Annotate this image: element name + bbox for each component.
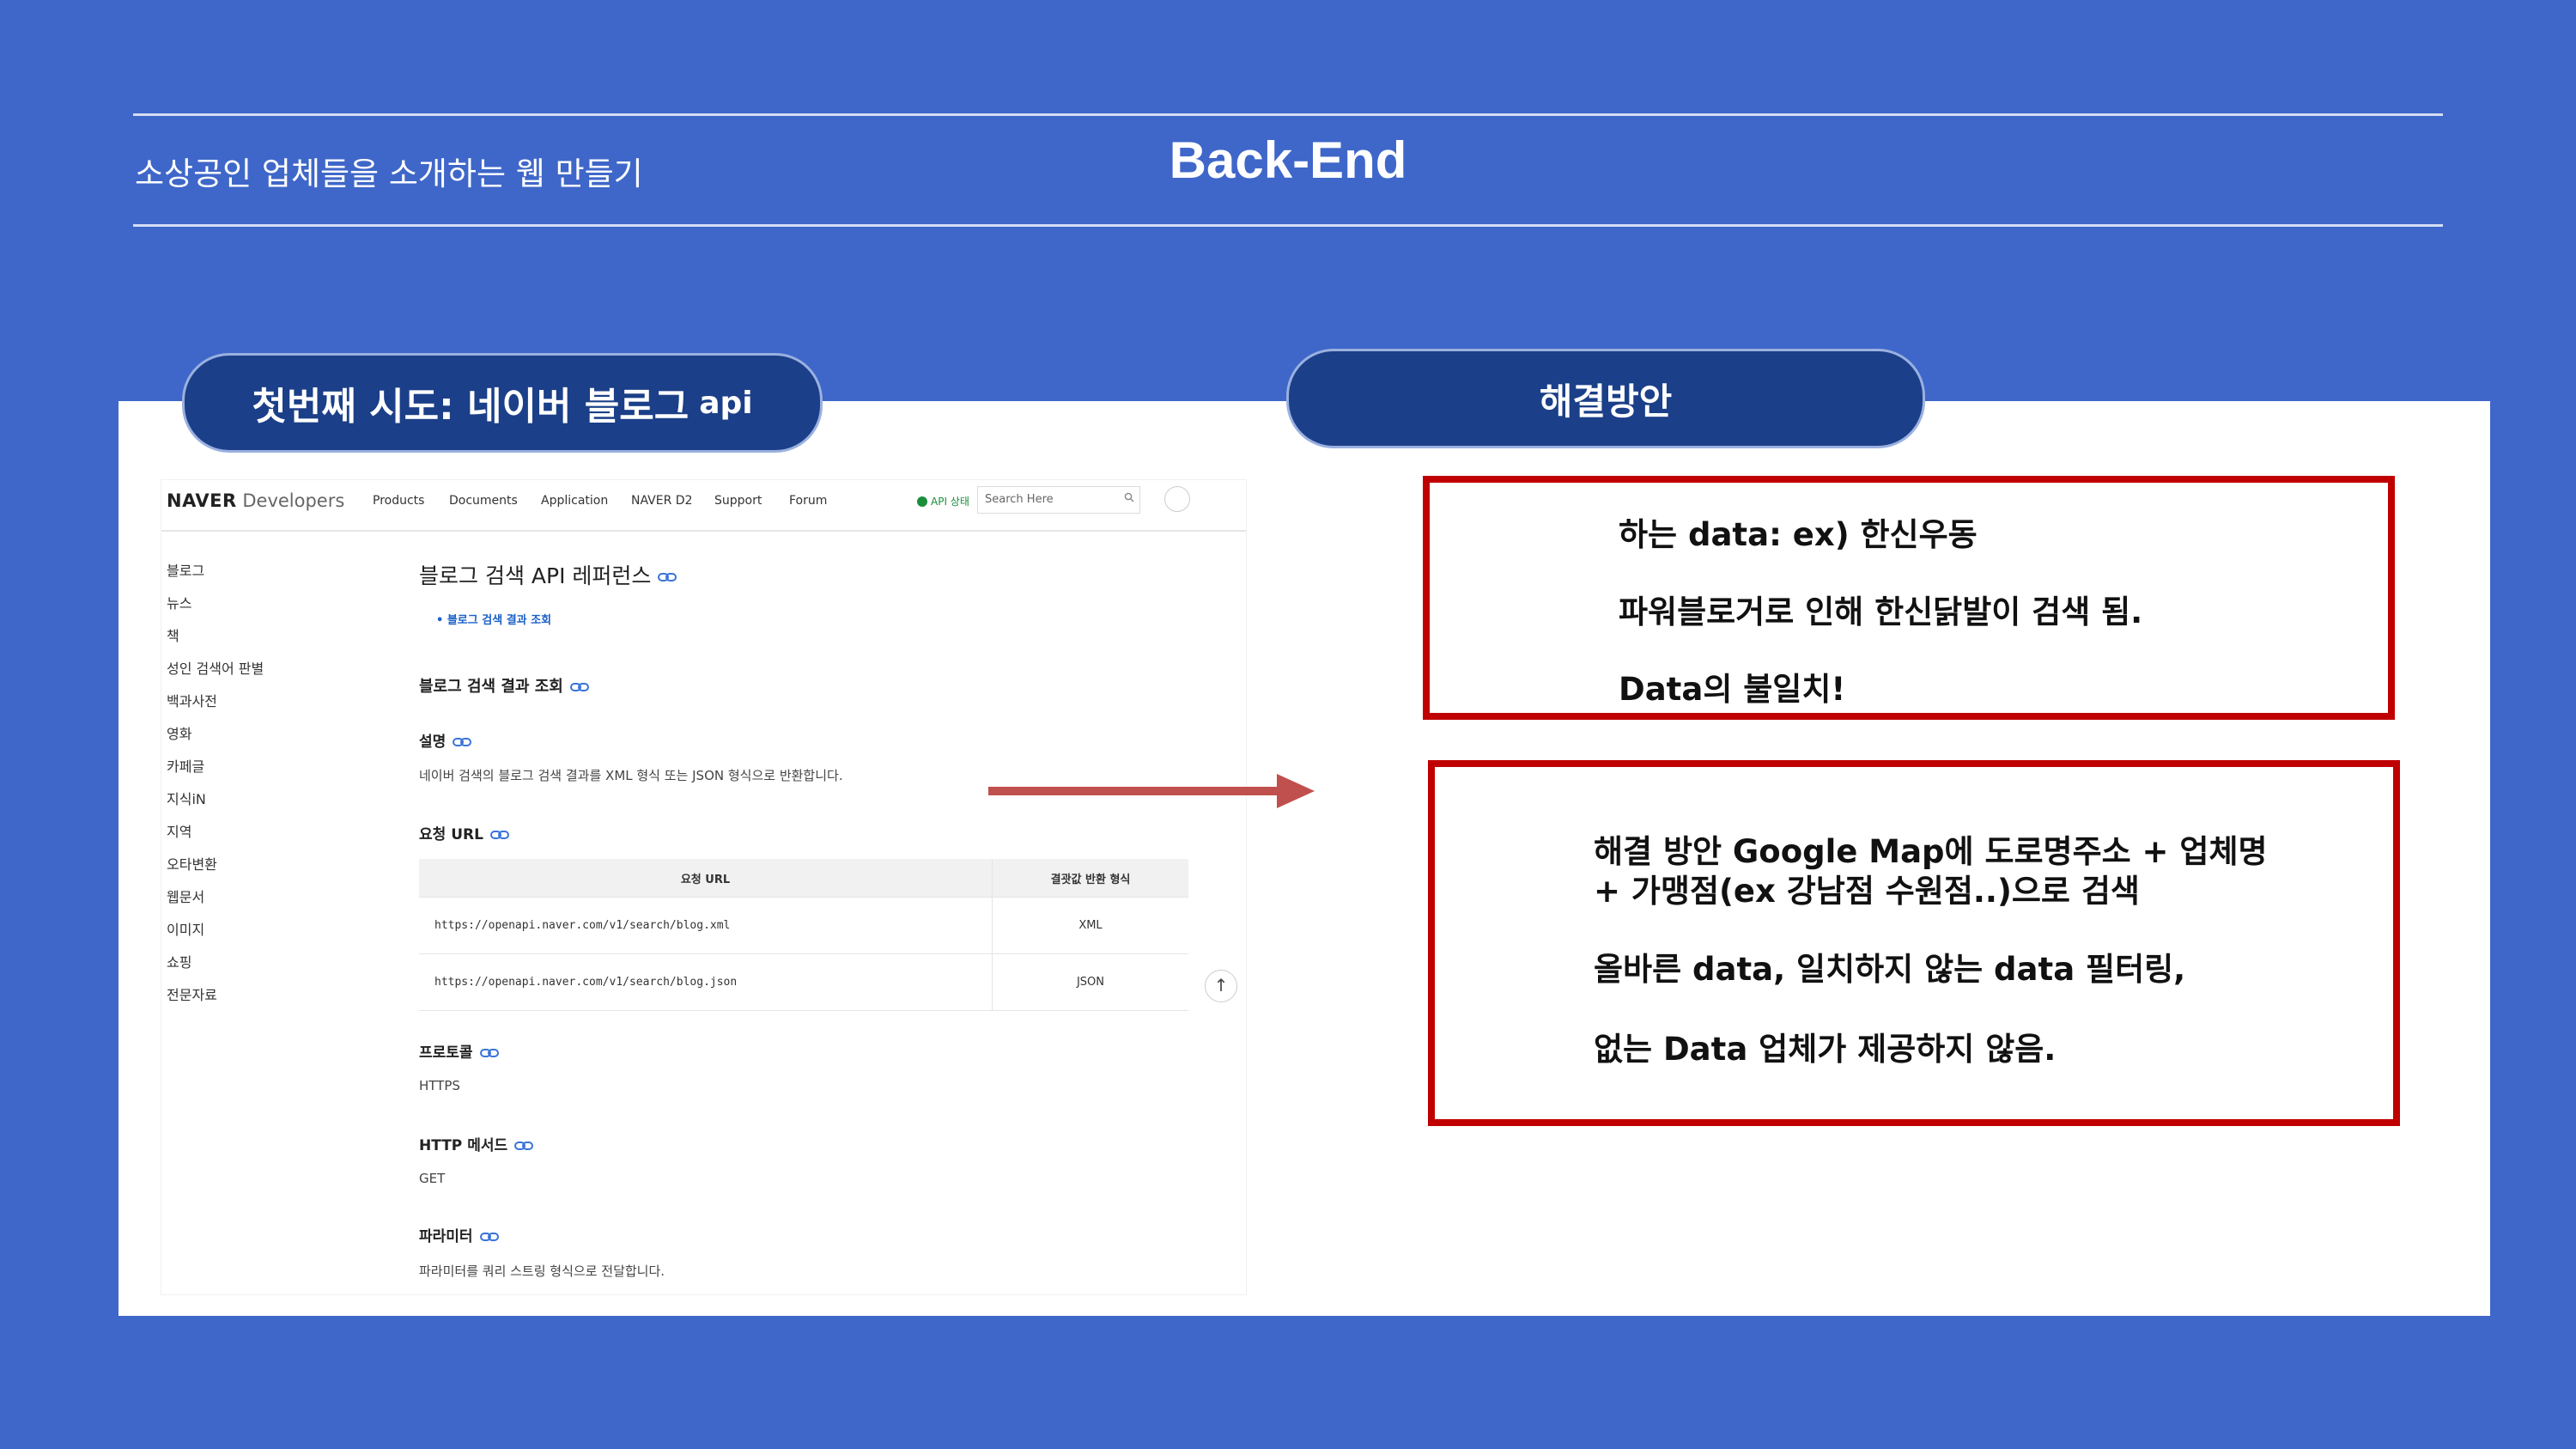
search-icon[interactable] (1124, 492, 1134, 502)
table-cell-url: https://openapi.naver.com/v1/search/blog… (419, 897, 993, 954)
nav-products[interactable]: Products (373, 494, 424, 508)
link-icon[interactable] (453, 737, 472, 747)
user-avatar-icon[interactable] (1164, 486, 1190, 512)
status-check-icon (917, 496, 927, 507)
solution-line-4: 없는 Data 업체가 제공하지 않음. (1594, 1031, 2057, 1068)
nav-naver-d2[interactable]: NAVER D2 (631, 494, 692, 508)
method-value: GET (419, 1171, 446, 1186)
nav-forum[interactable]: Forum (789, 494, 827, 508)
table-cell-url: https://openapi.naver.com/v1/search/blog… (419, 953, 993, 1011)
protocol-value: HTTPS (419, 1078, 460, 1093)
header-bottom-rule (133, 224, 2443, 227)
first-attempt-pill: 첫번째 시도: 네이버 블로그 api (182, 353, 823, 453)
sidebar-item-cafe[interactable]: 카페글 (167, 755, 204, 776)
sidebar-item-book[interactable]: 책 (167, 624, 179, 645)
toc-link[interactable]: • 블로그 검색 결과 조회 (436, 611, 551, 627)
sidebar-item-doc[interactable]: 전문자료 (167, 983, 217, 1004)
desc-heading: 설명 (419, 729, 472, 751)
param-heading: 파라미터 (419, 1224, 499, 1245)
solution-line-2: + 가맹점(ex 강남점 수원점..)으로 검색 (1594, 873, 2140, 910)
table-row: https://openapi.naver.com/v1/search/blog… (419, 897, 1188, 954)
slide-title: Back-End (1169, 131, 1407, 189)
solution-box: 해결 방안 Google Map에 도로명주소 + 업체명 + 가맹점(ex 강… (1428, 760, 2400, 1126)
sidebar-item-shopping[interactable]: 쇼핑 (167, 951, 191, 971)
sidebar-item-news[interactable]: 뉴스 (167, 592, 191, 612)
sidebar-item-blog[interactable]: 블로그 (167, 559, 204, 580)
scroll-top-button[interactable]: ↑ (1205, 970, 1237, 1002)
link-icon[interactable] (479, 1048, 499, 1058)
problem-line-2: 파워블로거로 인해 한신닭발이 검색 됨. (1619, 594, 2143, 630)
desc-text: 네이버 검색의 블로그 검색 결과를 XML 형식 또는 JSON 형식으로 반… (419, 768, 843, 783)
naver-api-screenshot: NAVER Developers Products Documents Appl… (161, 480, 1246, 1294)
sidebar-item-encyclopedia[interactable]: 백과사전 (167, 690, 217, 710)
request-url-table: 요청 URL 결괏값 반환 형식 https://openapi.naver.c… (419, 859, 1188, 1011)
link-icon[interactable] (658, 572, 677, 582)
link-icon[interactable] (514, 1141, 534, 1151)
api-status-badge[interactable]: API 상태 (917, 494, 969, 508)
sidebar-item-movie[interactable]: 영화 (167, 722, 191, 743)
sidebar-item-adult[interactable]: 성인 검색어 판별 (167, 657, 264, 678)
naver-developers-logo[interactable]: NAVER Developers (167, 490, 344, 511)
sidebar-item-image[interactable]: 이미지 (167, 918, 204, 939)
table-cell-format: XML (992, 897, 1188, 954)
table-row: https://openapi.naver.com/v1/search/blog… (419, 953, 1188, 1011)
sidebar-item-errata[interactable]: 오타변환 (167, 853, 217, 874)
nav-documents[interactable]: Documents (449, 494, 518, 508)
arrow-right-icon (988, 774, 1315, 808)
problem-box: 하는 data: ex) 한신우동 파워블로거로 인해 한신닭발이 검색 됨. … (1423, 476, 2395, 720)
sidebar-item-webdoc[interactable]: 웹문서 (167, 886, 204, 906)
sidebar-item-local[interactable]: 지역 (167, 820, 191, 841)
section-heading: 블로그 검색 결과 조회 (419, 674, 589, 697)
nav-application[interactable]: Application (541, 494, 608, 508)
protocol-heading: 프로토콜 (419, 1040, 499, 1062)
method-heading: HTTP 메서드 (419, 1133, 534, 1154)
table-header-row: 요청 URL 결괏값 반환 형식 (419, 859, 1188, 898)
url-heading: 요청 URL (419, 822, 509, 843)
solution-line-3: 올바른 data, 일치하지 않는 data 필터링, (1594, 951, 2186, 988)
solution-pill: 해결방안 (1286, 349, 1925, 448)
search-input[interactable]: Search Here (977, 486, 1140, 514)
nav-support[interactable]: Support (714, 494, 762, 508)
table-cell-format: JSON (992, 953, 1188, 1011)
doc-title: 블로그 검색 API 레퍼런스 (419, 559, 677, 590)
link-icon[interactable] (489, 830, 509, 840)
link-icon[interactable] (569, 682, 589, 692)
table-header-url: 요청 URL (419, 859, 993, 898)
problem-line-1: 하는 data: ex) 한신우동 (1619, 516, 1978, 553)
table-header-format: 결괏값 반환 형식 (992, 859, 1188, 898)
problem-line-3: Data의 불일치! (1619, 671, 1846, 708)
link-icon[interactable] (479, 1232, 499, 1242)
header-top-rule (133, 113, 2443, 116)
param-text: 파라미터를 쿼리 스트링 형식으로 전달합니다. (419, 1263, 665, 1279)
sidebar-item-kin[interactable]: 지식iN (167, 788, 206, 808)
naver-navbar: NAVER Developers Products Documents Appl… (161, 480, 1246, 532)
